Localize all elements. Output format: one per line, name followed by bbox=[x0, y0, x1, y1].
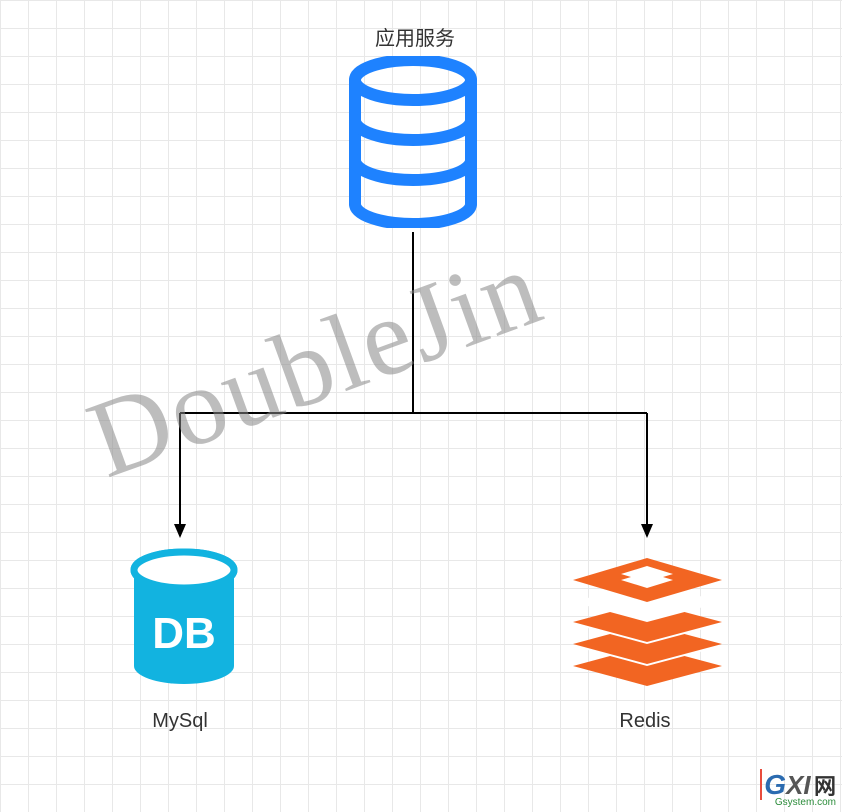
mysql-label: MySql bbox=[100, 710, 260, 733]
brand-xi: XI bbox=[786, 770, 811, 800]
site-brand: GXI 网 Gsystem.com bbox=[760, 769, 836, 808]
db-text: DB bbox=[152, 609, 216, 658]
brand-g: G bbox=[760, 769, 786, 800]
redis-label: Redis bbox=[565, 710, 725, 733]
database-cylinder-icon: DB bbox=[128, 548, 240, 688]
database-outline-icon bbox=[344, 56, 482, 228]
app-service-label: 应用服务 bbox=[335, 22, 495, 51]
redis-stack-icon bbox=[565, 550, 730, 690]
brand-cn: 网 bbox=[814, 774, 836, 799]
